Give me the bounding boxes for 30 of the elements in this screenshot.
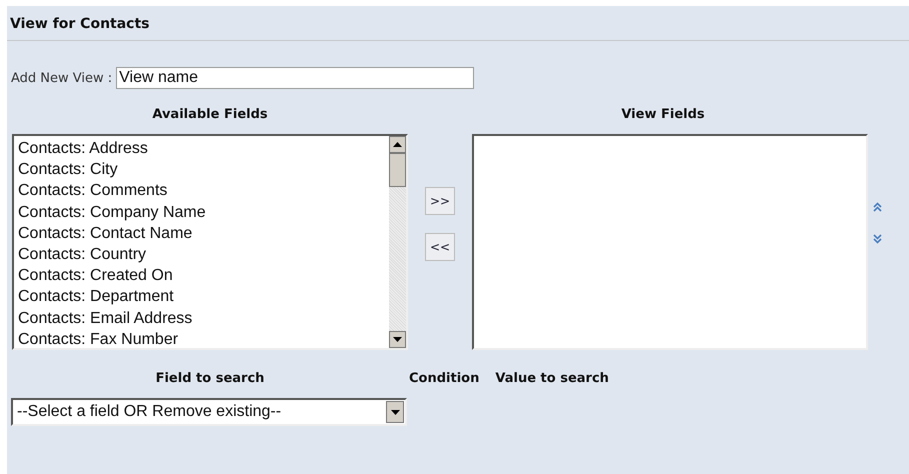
- scroll-down-icon[interactable]: [393, 337, 402, 342]
- field-option[interactable]: Contacts: Created On: [18, 265, 389, 286]
- view-fields-list[interactable]: [472, 134, 868, 350]
- new-view-label: Add New View :: [11, 70, 112, 86]
- move-button[interactable]: >>: [425, 187, 455, 215]
- field-option[interactable]: Contacts: Contact Name: [18, 222, 389, 244]
- view-fields-heading: View Fields: [620, 107, 706, 124]
- field-option[interactable]: Contacts: Fax Number: [18, 328, 389, 348]
- field-option[interactable]: Contacts: Country: [18, 244, 389, 266]
- view-name-field[interactable]: View name: [116, 67, 474, 89]
- field-option[interactable]: Contacts: City: [18, 159, 389, 180]
- dropdown-caret-icon: [390, 410, 400, 414]
- value-to-search-heading: Value to search: [495, 371, 609, 388]
- field-option[interactable]: Contacts: Department: [18, 286, 389, 308]
- move-button[interactable]: <<: [425, 233, 455, 261]
- available-fields-list[interactable]: [12, 134, 408, 350]
- move-up-icon[interactable]: [873, 202, 882, 212]
- available-fields-heading: Available Fields: [151, 107, 269, 124]
- scroll-up-icon[interactable]: [393, 142, 402, 147]
- field-option[interactable]: Contacts: Comments: [18, 180, 389, 202]
- scrollbar[interactable]: [389, 136, 406, 348]
- scroll-thumb[interactable]: [389, 153, 406, 187]
- field-option[interactable]: Contacts: Company Name: [18, 202, 389, 223]
- field-option[interactable]: Contacts: Address: [18, 138, 389, 160]
- condition-heading: Condition: [409, 371, 480, 388]
- panel-title: View for Contacts: [9, 15, 151, 34]
- field-select[interactable]: --Select a field OR Remove existing--: [11, 398, 407, 426]
- field-option[interactable]: Contacts: Email Address: [18, 308, 389, 329]
- move-down-icon[interactable]: [873, 234, 882, 244]
- field-to-search-heading: Field to search: [154, 371, 266, 388]
